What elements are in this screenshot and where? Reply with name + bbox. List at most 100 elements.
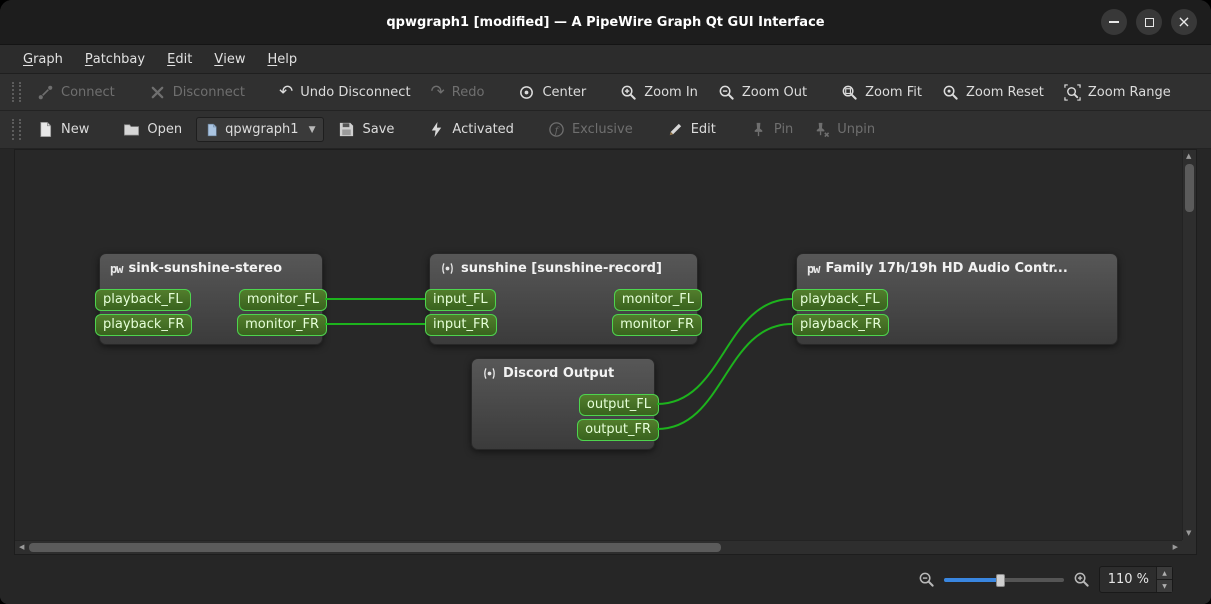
edit-button[interactable]: Edit [657, 111, 726, 148]
scroll-down-arrow[interactable]: ▼ [1186, 530, 1191, 537]
menu-edit[interactable]: Edit [156, 45, 203, 73]
menu-view[interactable]: View [203, 45, 256, 73]
toolbar-graph: Connect Disconnect ↶ Undo Disconnect ↷ R… [0, 74, 1211, 111]
close-button[interactable]: × [1171, 9, 1197, 35]
connection-edges [324, 298, 793, 430]
spin-down-button[interactable]: ▼ [1157, 580, 1172, 592]
node-title: sunshine [sunshine-record] [461, 261, 662, 276]
pipewire-icon: pw [807, 261, 820, 276]
zoom-range-button[interactable]: Zoom Range [1054, 74, 1181, 110]
zoom-spinbox[interactable]: 110 % ▲ ▼ [1098, 566, 1173, 593]
port-playback-fl[interactable]: playback_FL [95, 289, 191, 311]
zoom-slider[interactable] [943, 572, 1064, 588]
menu-help[interactable]: Help [256, 45, 308, 73]
zoom-in-button[interactable]: Zoom In [610, 74, 708, 110]
zoom-slider-fill [943, 577, 1000, 582]
spin-up-button[interactable]: ▲ [1157, 567, 1172, 580]
menu-patchbay-mnemonic: P [84, 51, 93, 67]
zoom-fit-label: Zoom Fit [865, 84, 922, 100]
new-label: New [61, 122, 90, 137]
node-header: pw Family 17h/19h HD Audio Contr... [797, 254, 1117, 276]
patchbay-file-combo[interactable]: qpwgraph1 ▼ [196, 117, 325, 142]
center-button[interactable]: Center [508, 74, 596, 110]
port-input-fr[interactable]: input_FR [425, 314, 498, 336]
port-monitor-fl[interactable]: monitor_FL [238, 289, 327, 311]
node-sunshine[interactable]: sunshine [sunshine-record] input_FL inpu… [425, 253, 702, 345]
menu-graph[interactable]: Graph [12, 45, 74, 73]
port-playback-fr[interactable]: playback_FR [95, 314, 193, 336]
zoom-fit-button[interactable]: Zoom Fit [831, 74, 932, 110]
node-discord-output[interactable]: Discord Output output_FL output_FR [471, 358, 659, 450]
minimize-button[interactable] [1101, 9, 1127, 35]
scroll-right-arrow[interactable]: ▶ [1173, 544, 1178, 551]
port-output-fl[interactable]: output_FL [578, 394, 659, 416]
node-sink-sunshine-stereo[interactable]: pw sink-sunshine-stereo playback_FL play… [95, 253, 327, 345]
graph-canvas[interactable]: pw sink-sunshine-stereo playback_FL play… [14, 149, 1197, 555]
horizontal-scroll-handle[interactable] [29, 543, 721, 552]
port-monitor-fr[interactable]: monitor_FR [237, 314, 327, 336]
disconnect-button[interactable]: Disconnect [139, 74, 255, 110]
redo-icon: ↷ [430, 81, 445, 102]
pin-button[interactable]: Pin [740, 111, 803, 148]
port-monitor-fl[interactable]: monitor_FL [613, 289, 702, 311]
statusbar: 110 % ▲ ▼ [0, 555, 1211, 604]
zoom-out-button[interactable]: Zoom Out [708, 74, 817, 110]
center-label: Center [542, 84, 587, 100]
undo-disconnect-button[interactable]: ↶ Undo Disconnect [269, 74, 421, 110]
pipewire-icon: pw [110, 261, 123, 276]
scroll-left-arrow[interactable]: ◀ [19, 544, 24, 551]
maximize-button[interactable] [1136, 9, 1162, 35]
scrollbar-corner [1182, 540, 1196, 554]
open-label: Open [147, 122, 183, 137]
connect-label: Connect [61, 84, 115, 100]
window-controls: × [1101, 0, 1197, 44]
menubar: Graph Patchbay Edit View Help [0, 45, 1211, 74]
maximize-icon [1144, 17, 1154, 27]
redo-button[interactable]: ↷ Redo [421, 74, 495, 110]
open-button[interactable]: Open [113, 111, 192, 148]
zoom-slider-handle[interactable] [995, 573, 1005, 587]
zoom-value: 110 % [1107, 572, 1149, 587]
zoom-controls: 110 % ▲ ▼ [918, 555, 1173, 604]
lightning-icon [432, 121, 442, 138]
connect-button[interactable]: Connect [27, 74, 125, 110]
unpin-button[interactable]: Unpin [803, 111, 885, 148]
horizontal-scrollbar[interactable]: ◀ ▶ [15, 540, 1182, 554]
connect-icon [38, 85, 53, 99]
scroll-up-arrow[interactable]: ▲ [1186, 153, 1191, 160]
new-button[interactable]: New [27, 111, 99, 148]
node-header: sunshine [sunshine-record] [430, 254, 697, 276]
port-output-fr[interactable]: output_FR [577, 419, 659, 441]
toolbar-patchbay: New Open qpwgraph1 ▼ Save Activated f Ex… [0, 111, 1211, 149]
vertical-scrollbar[interactable]: ▲ ▼ [1182, 150, 1196, 540]
menu-patchbay[interactable]: Patchbay [74, 45, 156, 73]
toolbar-drag-handle[interactable] [12, 82, 21, 102]
titlebar[interactable]: qpwgraph1 [modified] — A PipeWire Graph … [0, 0, 1211, 45]
exclusive-label: Exclusive [571, 122, 633, 137]
menu-edit-label: dit [175, 51, 193, 67]
disconnect-icon [151, 86, 164, 98]
port-playback-fr[interactable]: playback_FR [792, 314, 890, 336]
node-family-hd-audio[interactable]: pw Family 17h/19h HD Audio Contr... play… [792, 253, 1118, 345]
node-title: sink-sunshine-stereo [128, 261, 283, 276]
port-monitor-fr[interactable]: monitor_FR [612, 314, 702, 336]
file-icon [207, 123, 217, 136]
vertical-scroll-handle[interactable] [1185, 164, 1194, 212]
zoom-reset-button[interactable]: Zoom Reset [932, 74, 1054, 110]
activated-button[interactable]: Activated [418, 111, 524, 148]
port-input-fl[interactable]: input_FL [425, 289, 496, 311]
menu-edit-mnemonic: E [167, 51, 176, 67]
zoom-out-icon[interactable] [918, 571, 935, 588]
window-title: qpwgraph1 [modified] — A PipeWire Graph … [386, 14, 825, 30]
save-button[interactable]: Save [328, 111, 404, 148]
port-playback-fl[interactable]: playback_FL [792, 289, 888, 311]
zoom-range-icon [1064, 83, 1081, 101]
menu-patchbay-label: atchbay [92, 51, 146, 67]
exclusive-button[interactable]: f Exclusive [538, 111, 643, 148]
pencil-icon [669, 123, 681, 136]
center-icon [520, 85, 534, 99]
menu-graph-label: raph [33, 51, 63, 67]
toolbar-drag-handle[interactable] [12, 119, 21, 140]
svg-text:f: f [554, 125, 560, 136]
zoom-in-icon[interactable] [1073, 571, 1090, 588]
